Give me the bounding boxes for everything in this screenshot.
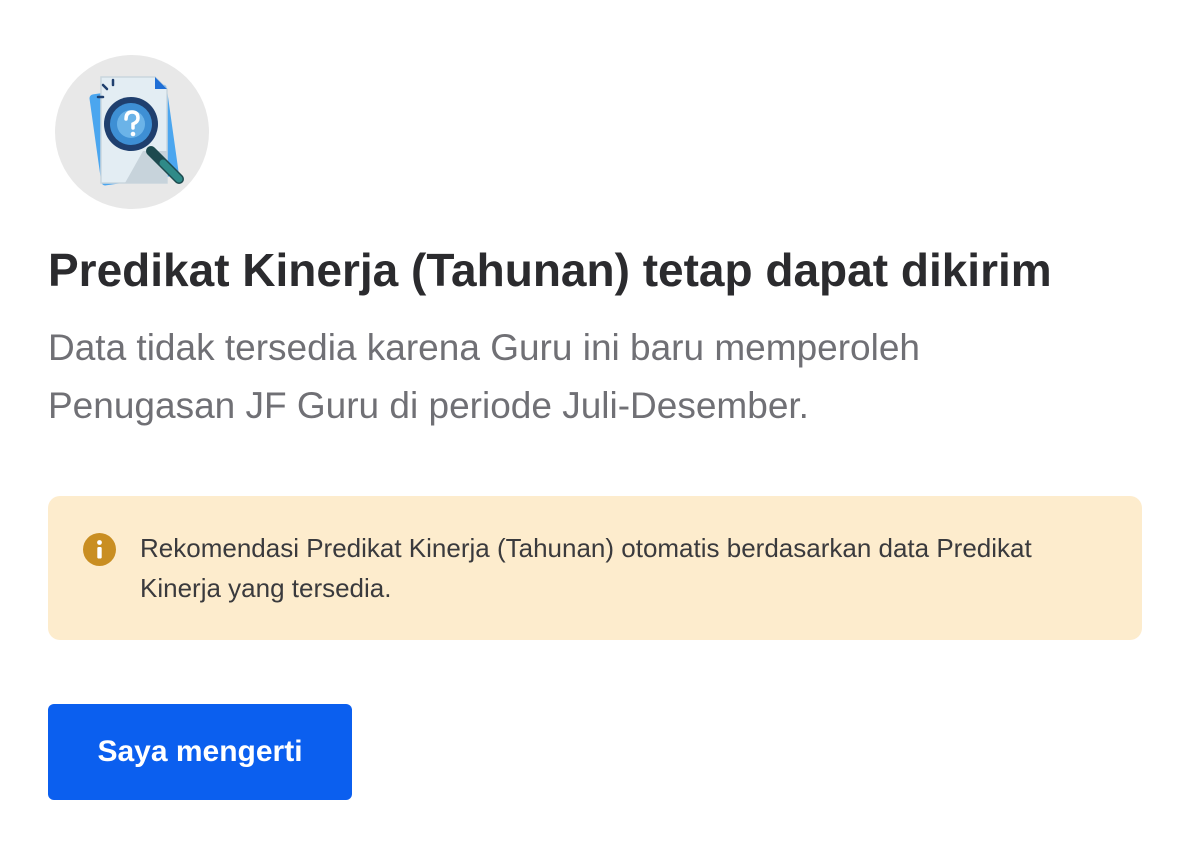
info-alert: Rekomendasi Predikat Kinerja (Tahunan) o… xyxy=(48,496,1142,640)
document-search-icon xyxy=(55,55,209,209)
dialog-title: Predikat Kinerja (Tahunan) tetap dapat d… xyxy=(48,244,1052,296)
info-icon xyxy=(83,533,116,566)
info-alert-text: Rekomendasi Predikat Kinerja (Tahunan) o… xyxy=(140,533,1032,603)
understand-button[interactable]: Saya mengerti xyxy=(48,704,352,800)
dialog-description: Data tidak tersedia karena Guru ini baru… xyxy=(48,327,921,426)
